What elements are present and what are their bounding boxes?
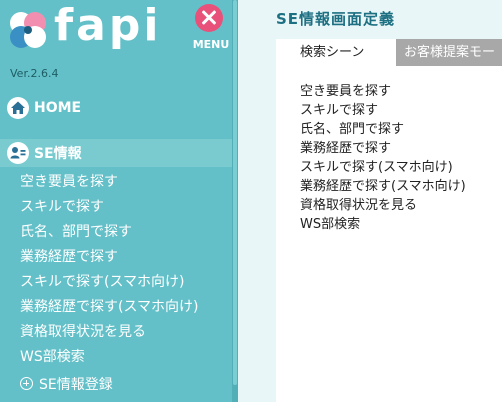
fapi-logo-icon	[10, 12, 46, 48]
sidebar-item-skill-search-mobile[interactable]: スキルで探す(スマホ向け)	[20, 270, 230, 295]
sidebar-item-label: SE情報	[34, 146, 82, 162]
sidebar-scroll-thumb[interactable]	[233, 0, 237, 385]
sidebar: fapi MENU Ver.2.6.4 HOME SE情報 空き要員を探す スキ…	[0, 0, 238, 402]
page-title: SE情報画面定義	[276, 10, 396, 28]
sidebar-item-se-register[interactable]: SE情報登録	[20, 371, 113, 396]
scene-list: 空き要員を探す スキルで探す 氏名、部門で探す 業務経歴で探す スキルで探す(ス…	[300, 82, 466, 234]
list-item[interactable]: 業務経歴で探す(スマホ向け)	[300, 177, 466, 196]
sidebar-item-label: HOME	[34, 100, 82, 116]
logo-text: fapi	[54, 0, 162, 51]
list-item[interactable]: 氏名、部門で探す	[300, 120, 466, 139]
sidebar-item-career-search-mobile[interactable]: 業務経歴で探す(スマホ向け)	[20, 295, 230, 320]
menu-label: MENU	[192, 38, 230, 51]
list-item[interactable]: 空き要員を探す	[300, 82, 466, 101]
list-item[interactable]: WS部検索	[300, 215, 466, 234]
app-logo[interactable]: fapi	[8, 0, 190, 62]
sidebar-scrollbar[interactable]	[232, 0, 238, 402]
sidebar-item-name-dept-search[interactable]: 氏名、部門で探す	[20, 220, 230, 245]
list-item[interactable]: スキルで探す	[300, 101, 466, 120]
se-submenu: 空き要員を探す スキルで探す 氏名、部門で探す 業務経歴で探す スキルで探す(ス…	[20, 170, 230, 370]
tab-customer-proposal[interactable]: お客様提案モー	[396, 39, 502, 66]
home-icon	[7, 97, 29, 119]
sidebar-item-label: SE情報登録	[39, 376, 113, 393]
tab-bar: 検索シーン お客様提案モー	[276, 39, 502, 66]
list-item[interactable]: 業務経歴で探す	[300, 139, 466, 158]
sidebar-item-se-info[interactable]: SE情報	[0, 139, 232, 167]
version-label: Ver.2.6.4	[10, 67, 59, 80]
person-card-icon	[7, 142, 29, 164]
tab-search-scene[interactable]: 検索シーン	[276, 39, 396, 66]
sidebar-item-career-search[interactable]: 業務経歴で探す	[20, 245, 230, 270]
list-item[interactable]: 資格取得状況を見る	[300, 196, 466, 215]
sidebar-item-qualifications[interactable]: 資格取得状況を見る	[20, 320, 230, 345]
plus-circle-icon	[20, 377, 33, 390]
sidebar-item-home[interactable]: HOME	[6, 96, 81, 120]
sidebar-item-ws-search[interactable]: WS部検索	[20, 345, 230, 370]
sidebar-item-skill-search[interactable]: スキルで探す	[20, 195, 230, 220]
menu-button[interactable]: MENU	[189, 4, 233, 56]
list-item[interactable]: スキルで探す(スマホ向け)	[300, 158, 466, 177]
close-icon	[195, 4, 223, 32]
sidebar-item-vacant-staff[interactable]: 空き要員を探す	[20, 170, 230, 195]
